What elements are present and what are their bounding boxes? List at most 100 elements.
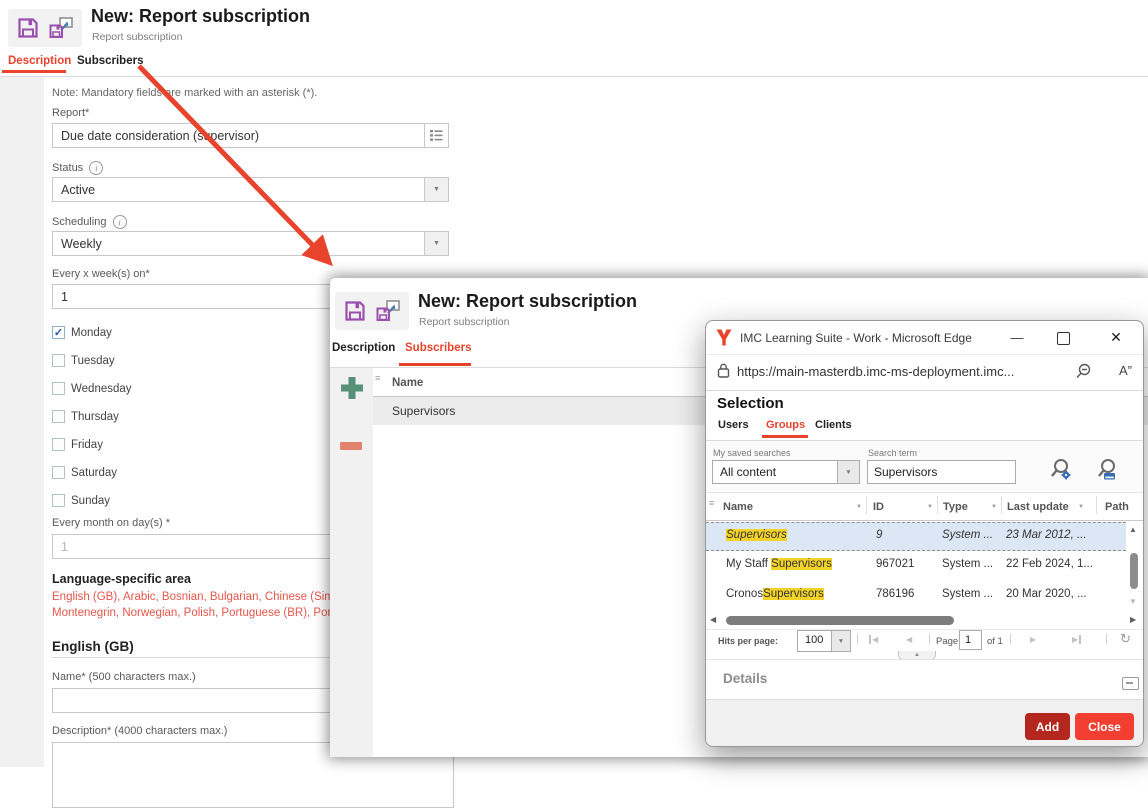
column-header-last-update[interactable]: Last update — [1007, 501, 1069, 513]
status-dropdown-button[interactable]: ▼ — [424, 177, 449, 202]
column-header-id[interactable]: ID — [873, 501, 884, 513]
name-column-header[interactable]: Name — [392, 377, 423, 389]
checkbox-label: Saturday — [71, 467, 117, 479]
page-title: New: Report subscription — [91, 6, 310, 27]
save-icon[interactable] — [16, 16, 40, 40]
checkbox-friday[interactable]: ✓ — [52, 438, 65, 451]
scroll-up-icon[interactable]: ▲ — [1129, 526, 1137, 534]
close-button[interactable]: Close — [1075, 713, 1134, 740]
page-number-input[interactable] — [959, 630, 982, 650]
search-settings-icon[interactable] — [1048, 457, 1074, 483]
report-browse-button[interactable] — [424, 123, 449, 148]
header-action-bar — [335, 292, 409, 330]
tab-groups[interactable]: Groups — [766, 419, 805, 431]
horizontal-scrollbar-thumb[interactable] — [726, 616, 954, 625]
add-button[interactable]: Add — [1025, 713, 1070, 740]
separator: | — [1105, 633, 1108, 645]
lock-icon[interactable] — [717, 363, 730, 378]
checkbox-label: Thursday — [71, 411, 119, 423]
checkbox-thursday[interactable]: ✓ — [52, 410, 65, 423]
refresh-icon[interactable]: ↻ — [1120, 631, 1131, 647]
tab-subscribers[interactable]: Subscribers — [77, 55, 143, 67]
url-text[interactable]: https://main-masterdb.imc-ms-deployment.… — [737, 364, 1067, 379]
resize-caret-icon: ▲ — [914, 652, 920, 658]
save-and-exit-icon[interactable] — [48, 16, 74, 40]
language-links-line2[interactable]: Montenegrin, Norwegian, Polish, Portugue… — [52, 607, 341, 619]
hits-per-page-select[interactable]: 100 ▼ — [797, 630, 851, 652]
remove-subscriber-icon[interactable] — [340, 442, 362, 450]
tab-description[interactable]: Description — [332, 342, 395, 354]
filter-icon[interactable]: ▼ — [927, 504, 933, 510]
tab-subscribers[interactable]: Subscribers — [405, 342, 471, 354]
window-title: IMC Learning Suite - Work - Microsoft Ed… — [740, 331, 972, 345]
table-row[interactable]: CronosSupervisors 786196 System ... 20 M… — [706, 582, 1126, 610]
group-type: System ... — [942, 558, 993, 570]
scheduling-info-icon[interactable]: i — [113, 215, 127, 229]
zoom-out-icon[interactable] — [1074, 362, 1092, 380]
collapse-details-icon[interactable] — [1122, 677, 1139, 690]
column-header-name[interactable]: Name — [723, 501, 753, 513]
group-last-update: 20 Mar 2020, ... — [1006, 588, 1087, 600]
filter-icon[interactable]: ▼ — [856, 504, 862, 510]
checkbox-label: Monday — [71, 327, 112, 339]
filter-icon[interactable]: ▼ — [991, 504, 997, 510]
column-separator — [1001, 496, 1002, 514]
vertical-scrollbar-thumb[interactable] — [1130, 553, 1138, 589]
separator: | — [928, 633, 931, 645]
next-page-icon[interactable]: ▶ — [1030, 635, 1036, 644]
checkbox-saturday[interactable]: ✓ — [52, 466, 65, 479]
saved-searches-value: All content — [720, 465, 776, 479]
scroll-left-icon[interactable]: ◀ — [710, 616, 716, 624]
tab-users[interactable]: Users — [718, 419, 749, 431]
first-page-icon[interactable]: ◀ — [869, 635, 878, 644]
language-links-line1[interactable]: English (GB), Arabic, Bosnian, Bulgarian… — [52, 591, 340, 603]
column-menu-icon[interactable]: ≡ — [375, 373, 380, 383]
checkbox-sunday[interactable]: ✓ — [52, 494, 65, 507]
scroll-right-icon[interactable]: ▶ — [1130, 616, 1136, 624]
save-and-exit-icon[interactable] — [375, 299, 401, 323]
chevron-down-icon[interactable]: ▼ — [837, 461, 859, 483]
subscriber-actions-gutter — [330, 368, 373, 757]
column-header-path[interactable]: Path — [1105, 501, 1129, 513]
scheduling-label: Scheduling i — [52, 215, 127, 229]
tab-clients[interactable]: Clients — [815, 419, 852, 431]
close-button[interactable]: ✕ — [1106, 329, 1126, 347]
read-aloud-icon[interactable]: A” — [1119, 363, 1132, 378]
details-divider — [706, 659, 1143, 660]
group-id: 967021 — [876, 558, 914, 570]
checkbox-monday[interactable]: ✓ — [52, 326, 65, 339]
maximize-button[interactable] — [1057, 332, 1070, 345]
checkbox-wednesday[interactable]: ✓ — [52, 382, 65, 395]
column-header-type[interactable]: Type — [943, 501, 968, 513]
tab-description[interactable]: Description — [8, 55, 71, 67]
save-icon[interactable] — [343, 299, 367, 323]
scheduling-dropdown-button[interactable]: ▼ — [424, 231, 449, 256]
last-page-icon[interactable]: ▶​ — [1072, 635, 1081, 644]
search-term-input[interactable] — [867, 460, 1016, 484]
separator: | — [856, 633, 859, 645]
subscriber-name: Supervisors — [392, 404, 455, 418]
report-input[interactable] — [52, 123, 426, 148]
status-info-icon[interactable]: i — [89, 161, 103, 175]
list-select-icon — [430, 130, 443, 141]
active-tab-underline — [762, 435, 808, 438]
chevron-down-icon[interactable]: ▼ — [831, 631, 850, 651]
saved-search-list-icon[interactable] — [1095, 457, 1121, 483]
filter-icon[interactable]: ▼ — [1078, 504, 1084, 510]
saved-searches-select[interactable]: All content ▼ — [712, 460, 860, 484]
table-row-selected[interactable]: Supervisors 9 System ... 23 Mar 2012, ..… — [706, 522, 1126, 551]
hits-per-page-value: 100 — [805, 634, 823, 646]
scroll-down-icon[interactable]: ▼ — [1129, 598, 1137, 606]
scheduling-select-value[interactable] — [52, 231, 426, 256]
column-menu-icon[interactable]: ≡ — [709, 498, 714, 508]
chevron-down-icon: ▼ — [433, 240, 440, 247]
group-id: 786196 — [876, 588, 914, 600]
checkbox-tuesday[interactable]: ✓ — [52, 354, 65, 367]
column-separator — [1096, 496, 1097, 514]
add-subscriber-icon[interactable] — [341, 377, 363, 399]
table-row[interactable]: My Staff Supervisors 967021 System ... 2… — [706, 552, 1126, 580]
active-tab-underline — [399, 363, 471, 366]
status-select-value[interactable] — [52, 177, 426, 202]
minimize-button[interactable]: — — [1002, 330, 1032, 348]
previous-page-icon[interactable]: ◀ — [906, 635, 912, 644]
